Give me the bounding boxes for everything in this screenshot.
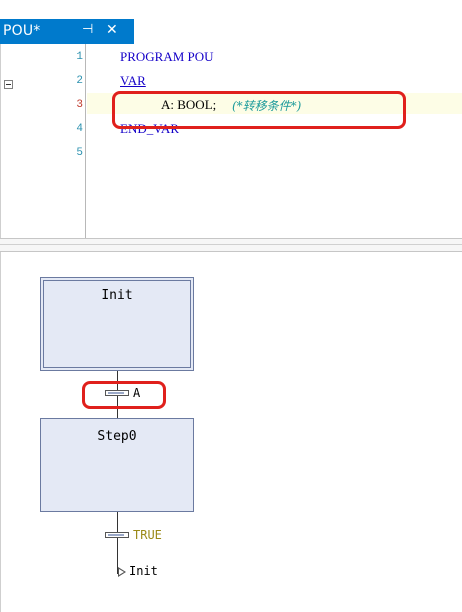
pin-icon[interactable]: ⊣ <box>82 22 93 37</box>
sfc-step-step0[interactable]: Step0 <box>40 418 194 512</box>
tab-bar: POU* ⊣ ✕ <box>0 0 462 44</box>
sfc-transition-true[interactable] <box>105 532 129 538</box>
tab-pou[interactable]: POU* ⊣ ✕ <box>0 19 134 44</box>
step-name-init: Init <box>101 288 133 303</box>
sfc-step-init[interactable]: Init <box>40 277 194 371</box>
collapse-minus-icon[interactable] <box>4 80 13 89</box>
step-name-step0: Step0 <box>97 429 137 444</box>
declaration-editor[interactable]: 1 2 3 4 5 PROGRAM POU VAR A: BOOL; (*转移条… <box>0 44 462 238</box>
tab-title: POU* <box>3 23 41 39</box>
line-number: 4 <box>76 123 83 135</box>
fold-margin <box>1 44 21 238</box>
pane-splitter[interactable] <box>0 238 462 252</box>
line-number: 1 <box>76 51 83 63</box>
jump-target-init[interactable]: Init <box>129 564 158 578</box>
line-number-gutter: 1 2 3 4 5 <box>21 44 85 238</box>
annotation-highlight-transition <box>82 381 166 409</box>
annotation-highlight-declaration <box>112 91 406 129</box>
code-line-var: VAR <box>120 73 146 88</box>
code-area[interactable]: PROGRAM POU VAR A: BOOL; (*转移条件*) END_VA… <box>87 44 462 238</box>
line-number: 5 <box>76 147 83 159</box>
transition-condition-true: TRUE <box>133 528 162 542</box>
line-number: 3 <box>76 99 83 111</box>
sfc-diagram[interactable]: Init A Step0 TRUE Init <box>0 252 462 612</box>
line-number: 2 <box>76 75 83 87</box>
close-icon[interactable]: ✕ <box>106 22 118 38</box>
jump-arrow-icon <box>118 567 126 577</box>
sfc-connector <box>117 512 118 574</box>
gutter-divider <box>85 44 86 238</box>
code-line-program: PROGRAM POU <box>120 49 214 64</box>
